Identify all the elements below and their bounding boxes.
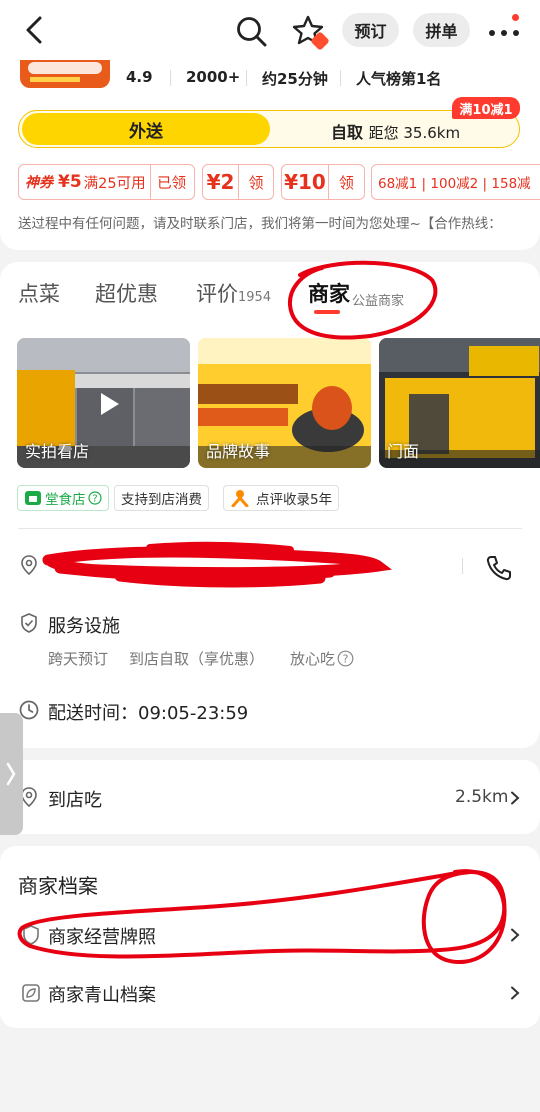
chevron-right-icon: [6, 762, 16, 786]
service-safe-eat[interactable]: 放心吃?: [290, 648, 354, 669]
photo-caption: 门面: [387, 442, 420, 461]
chevron-right-icon: [511, 928, 520, 942]
coupon-status: 已领: [157, 175, 187, 192]
help-icon: ?: [87, 491, 102, 505]
delivery-hours-label: 配送时间：: [48, 703, 138, 724]
divider: [18, 528, 522, 529]
back-icon[interactable]: [18, 14, 50, 46]
services-title: 服务设施: [48, 616, 120, 637]
location-icon: [21, 555, 37, 576]
chevron-right-icon: [511, 791, 520, 805]
business-license-label: 商家经营牌照: [48, 927, 156, 948]
delivery-hours: 配送时间：09:05-23:59: [48, 699, 248, 725]
green-archive-row[interactable]: 商家青山档案: [0, 974, 540, 1014]
divider: [462, 558, 463, 574]
pickup-tab[interactable]: 自取 距您 35.6km: [331, 119, 460, 143]
photo-brand-story[interactable]: 品牌故事: [198, 338, 371, 468]
photo-storefront[interactable]: 门面: [379, 338, 540, 468]
active-tab-indicator: [314, 310, 340, 314]
review-icon: [231, 490, 249, 507]
tag-label: 堂食店: [45, 492, 86, 508]
tab-merchant[interactable]: 商家: [308, 278, 350, 308]
store-logo[interactable]: [20, 60, 110, 88]
phone-icon[interactable]: [485, 554, 513, 582]
store-icon: [25, 491, 41, 505]
delivery-mode-toggle: 外送 自取 距您 35.6km: [18, 110, 520, 148]
store-notice[interactable]: 送过程中有任何问题，请及时联系门店，我们将第一时间为您处理~【合作热线：: [18, 212, 522, 232]
tab-deals[interactable]: 超优惠: [95, 278, 158, 308]
claim-button[interactable]: 领: [329, 165, 364, 199]
store-address[interactable]: [48, 556, 448, 580]
shield-icon: [23, 925, 39, 945]
popularity-rank[interactable]: 人气榜第1名: [356, 68, 441, 89]
booking-button[interactable]: 预订: [342, 13, 399, 47]
archive-title: 商家档案: [18, 874, 98, 898]
green-archive-label: 商家青山档案: [48, 985, 156, 1006]
group-order-button[interactable]: 拼单: [413, 13, 470, 47]
play-icon: [101, 393, 119, 415]
tag-label: 点评收录5年: [256, 492, 333, 508]
rating: 4.9: [126, 68, 153, 86]
svg-text:?: ?: [343, 653, 349, 666]
favorite-star-icon[interactable]: [290, 12, 330, 52]
coupon-3[interactable]: ¥10 领: [281, 164, 365, 200]
photo-caption: 实拍看店: [25, 442, 90, 461]
top-bar: 预订 拼单: [0, 0, 540, 60]
tag-review-years: 点评收录5年: [223, 485, 340, 511]
divider: [340, 70, 341, 86]
shen-label: 神券: [25, 175, 53, 191]
charity-merchant-label: 公益商家: [352, 294, 405, 309]
tab-order[interactable]: 点菜: [18, 278, 60, 308]
dine-in-label: 到店吃: [48, 790, 102, 811]
monthly-sales: 2000+: [186, 68, 241, 86]
coupon-condition: 满25可用: [83, 175, 146, 192]
business-license-row[interactable]: 商家经营牌照: [0, 916, 540, 956]
coupon-amount: ¥5: [58, 172, 82, 192]
notification-dot: [512, 14, 519, 21]
coupon-2[interactable]: ¥2 领: [202, 164, 274, 200]
photo-caption: 品牌故事: [206, 442, 271, 461]
service-next-day-booking: 跨天预订: [48, 650, 109, 668]
tag-dine-in-store[interactable]: 堂食店 ?: [17, 485, 109, 511]
tab-reviews-label: 评价: [196, 282, 238, 306]
side-drawer-handle[interactable]: [0, 713, 23, 835]
dine-in-row[interactable]: 到店吃 2.5km: [0, 760, 540, 834]
chevron-right-icon: [511, 986, 520, 1000]
divider: [246, 70, 247, 86]
delivery-time: 约25分钟: [262, 70, 328, 88]
merchant-archive-card: 商家档案 商家经营牌照 商家青山档案: [0, 846, 540, 1028]
tag-in-store-consumption: 支持到店消费: [114, 485, 209, 511]
claim-button[interactable]: 领: [239, 165, 273, 199]
merchant-card: 点菜 超优惠 评价1954 商家 公益商家 实拍看店 品牌故事 门面 堂食店 ?…: [0, 262, 540, 748]
svg-text:?: ?: [92, 494, 97, 505]
coupon-amount: ¥2: [206, 170, 235, 194]
more-icon[interactable]: [486, 14, 526, 48]
search-icon[interactable]: [234, 14, 268, 48]
tab-reviews[interactable]: 评价1954: [196, 278, 271, 308]
reduction-tiers: 68减1 | 100减2 | 158减: [378, 176, 531, 192]
divider: [170, 70, 171, 86]
leaf-badge-icon: [22, 984, 40, 1002]
dine-in-distance: 2.5km: [455, 787, 509, 807]
promo-badge: 满10减1: [452, 97, 520, 119]
shield-check-icon: [21, 613, 37, 633]
coupon-amount: ¥10: [284, 170, 326, 194]
review-count: 1954: [238, 290, 272, 305]
help-icon: ?: [337, 650, 354, 667]
photo-store-video[interactable]: 实拍看店: [17, 338, 190, 468]
service-safe-eat-label: 放心吃: [290, 650, 336, 668]
full-reduction-coupon[interactable]: 68减1 | 100减2 | 158减: [371, 164, 540, 200]
pickup-label: 自取: [331, 123, 364, 142]
service-self-pickup: 到店自取（享优惠）: [129, 650, 265, 668]
delivery-hours-value: 09:05-23:59: [138, 703, 249, 724]
store-header: 4.9 2000+ 约25分钟 人气榜第1名 外送 自取 距您 35.6km 满…: [0, 60, 540, 250]
pickup-distance: 距您 35.6km: [368, 124, 461, 142]
delivery-tab[interactable]: 外送: [22, 113, 270, 145]
shen-coupon[interactable]: 神券 ¥5 满25可用 已领: [18, 164, 195, 200]
